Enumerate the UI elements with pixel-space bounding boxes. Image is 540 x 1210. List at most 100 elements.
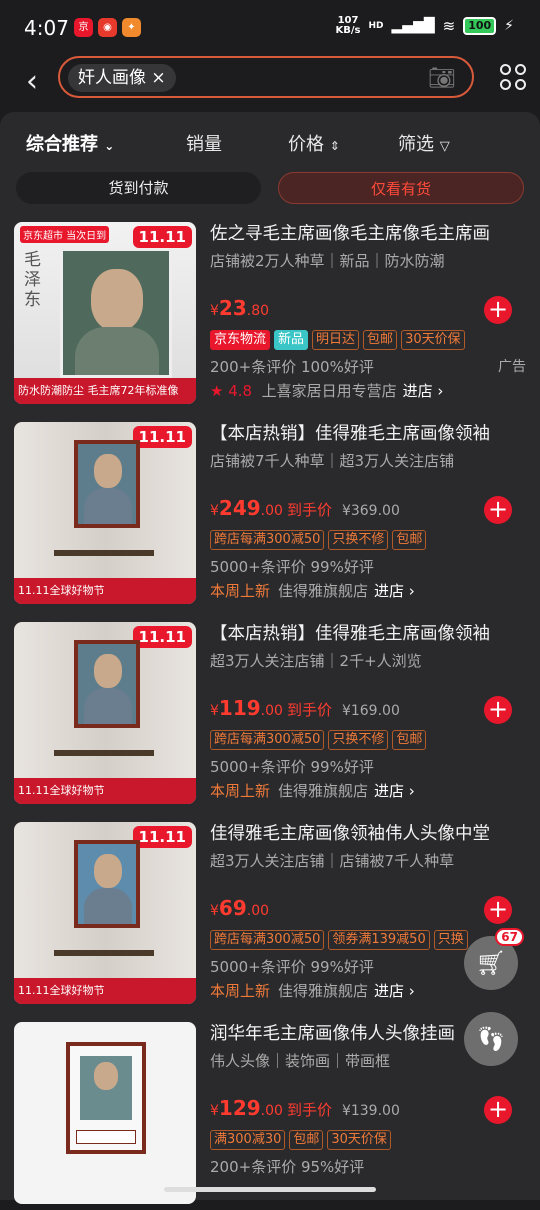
- portrait-frame: [74, 840, 140, 928]
- promo-tag: 11.11: [132, 226, 192, 248]
- product-card[interactable]: 京东超市 当次日到 11.11 毛泽东 防水防潮防尘 毛主席72年标准像 佐之寻…: [0, 220, 540, 410]
- portrait-frame: [74, 640, 140, 728]
- back-chevron-icon[interactable]: ‹: [26, 64, 38, 99]
- notification-icons: 京 ◉ ✦: [74, 18, 141, 37]
- product-price: ¥23.80: [210, 296, 270, 320]
- tag: 跨店每满300减50: [210, 730, 325, 750]
- product-subtitle: 店铺被2万人种草｜新品｜防水防潮: [210, 252, 445, 270]
- camera-icon[interactable]: 📷︎: [428, 66, 456, 91]
- calligraphy-text: 毛泽东: [24, 250, 41, 310]
- store-rating: 4.8: [228, 382, 253, 400]
- tag: 跨店每满300减50: [210, 530, 325, 550]
- add-to-cart-button[interactable]: +: [484, 296, 512, 324]
- product-image[interactable]: 京东超市 当次日到 11.11 毛泽东 防水防潮防尘 毛主席72年标准像: [14, 222, 196, 404]
- enter-store-link[interactable]: 进店 ›: [374, 582, 415, 600]
- portrait-frame: [74, 440, 140, 528]
- table-shelf: [54, 550, 154, 556]
- image-banner: 11.11全球好物节: [14, 778, 196, 804]
- promo-tag: 11.11: [132, 826, 192, 848]
- product-image[interactable]: [14, 1022, 196, 1204]
- cart-button[interactable]: 🛒︎ 67: [464, 928, 524, 990]
- add-to-cart-button[interactable]: +: [484, 896, 512, 924]
- tag: 只换不修: [328, 530, 389, 550]
- search-query-chip[interactable]: 奸人画像 ×: [68, 64, 176, 92]
- portrait-frame: [66, 1042, 146, 1154]
- layout-toggle-icon[interactable]: [500, 64, 526, 90]
- new-this-week-label: 本周上新: [210, 782, 271, 800]
- store-name[interactable]: 佳得雅旗舰店: [278, 782, 368, 800]
- cart-icon: 🛒︎: [475, 949, 507, 977]
- add-to-cart-button[interactable]: +: [484, 496, 512, 524]
- footprint-button[interactable]: 👣︎: [464, 1012, 518, 1066]
- product-card[interactable]: 11.11 11.11全球好物节 佳得雅毛主席画像领袖伟人头像中堂 超3万人关注…: [0, 820, 540, 1010]
- signal-icon: ▂▄▆█: [391, 18, 435, 34]
- ad-label: 广告: [498, 359, 526, 375]
- store-name[interactable]: 上喜家居日用专营店: [262, 382, 397, 400]
- enter-store-link[interactable]: 进店 ›: [374, 782, 415, 800]
- new-this-week-label: 本周上新: [210, 982, 271, 1000]
- add-to-cart-button[interactable]: +: [484, 1096, 512, 1124]
- store-row: ★ 4.8 上喜家居日用专营店 进店 ›: [210, 380, 443, 401]
- product-tags: 跨店每满300减50 领券满139减50 只换: [210, 930, 468, 950]
- sort-sales[interactable]: 销量: [186, 130, 222, 156]
- product-price: ¥69.00: [210, 896, 270, 920]
- enter-store-link[interactable]: 进店 ›: [374, 982, 415, 1000]
- sort-comprehensive[interactable]: 综合推荐 ⌄: [26, 130, 114, 156]
- status-bar: 4:07 京 ◉ ✦ 107 KB/s HD ▂▄▆█ ≋ 100 ⚡: [0, 0, 540, 56]
- review-summary: 5000+条评价 99%好评: [210, 958, 374, 976]
- review-summary: 5000+条评价 99%好评: [210, 558, 374, 576]
- tag: 包邮: [392, 730, 427, 750]
- product-tags: 满300减30 包邮 30天价保: [210, 1130, 391, 1150]
- product-title[interactable]: 【本店热销】佳得雅毛主席画像领袖: [210, 620, 530, 648]
- review-summary: 5000+条评价 99%好评: [210, 758, 374, 776]
- product-subtitle: 超3万人关注店铺｜2千+人浏览: [210, 652, 422, 670]
- promo-tag: 11.11: [132, 626, 192, 648]
- clock: 4:07: [24, 16, 69, 40]
- product-title[interactable]: 【本店热销】佳得雅毛主席画像领袖: [210, 420, 530, 448]
- product-title[interactable]: 佳得雅毛主席画像领袖伟人头像中堂: [210, 820, 530, 848]
- search-header: ‹ 奸人画像 × 📷︎: [0, 56, 540, 112]
- filter-in-stock-button[interactable]: 仅看有货: [278, 172, 524, 204]
- tag: 明日达: [312, 330, 360, 350]
- sort-price[interactable]: 价格 ⇕: [288, 130, 340, 156]
- battery-icon: 100: [463, 17, 497, 35]
- clear-query-icon[interactable]: ×: [151, 68, 165, 88]
- quick-filters: 货到付款 仅看有货: [16, 172, 524, 204]
- sort-filter[interactable]: 筛选 ▽: [398, 130, 450, 156]
- product-image[interactable]: 11.11 11.11全球好物节: [14, 622, 196, 804]
- tag: 包邮: [363, 330, 398, 350]
- search-bar[interactable]: 奸人画像 × 📷︎: [58, 56, 474, 98]
- product-card[interactable]: 11.11 11.11全球好物节 【本店热销】佳得雅毛主席画像领袖 店铺被7千人…: [0, 420, 540, 610]
- product-card[interactable]: 润华年毛主席画像伟人头像挂画 伟人头像｜装饰画｜带画框 ¥129.00 到手价 ¥1…: [0, 1020, 540, 1210]
- product-price: ¥119.00 到手价 ¥169.00: [210, 696, 400, 720]
- image-banner: 11.11全球好物节: [14, 978, 196, 1004]
- table-shelf: [54, 750, 154, 756]
- filter-cod-button[interactable]: 货到付款: [16, 172, 261, 204]
- sort-bar: 综合推荐 ⌄ 销量 价格 ⇕ 筛选 ▽: [0, 112, 540, 170]
- image-banner: 防水防潮防尘 毛主席72年标准像: [14, 378, 196, 404]
- tag: 满300减30: [210, 1130, 286, 1150]
- promo-tag: 11.11: [132, 426, 192, 448]
- tag: 新品: [274, 330, 309, 350]
- portrait-frame: [60, 248, 172, 378]
- search-query-text: 奸人画像: [78, 68, 146, 88]
- product-title[interactable]: 佐之寻毛主席画像毛主席像毛主席画: [210, 220, 530, 248]
- wifi-icon: ≋: [442, 17, 456, 35]
- tag: 京东物流: [210, 330, 271, 350]
- product-card[interactable]: 11.11 11.11全球好物节 【本店热销】佳得雅毛主席画像领袖 超3万人关注…: [0, 620, 540, 810]
- product-subtitle: 超3万人关注店铺｜店铺被7千人种草: [210, 852, 455, 870]
- product-subtitle: 店铺被7千人种草｜超3万人关注店铺: [210, 452, 455, 470]
- enter-store-link[interactable]: 进店 ›: [403, 382, 444, 400]
- tag: 包邮: [392, 530, 427, 550]
- hd-icon: HD: [368, 21, 384, 31]
- product-image[interactable]: 11.11 11.11全球好物节: [14, 422, 196, 604]
- product-image[interactable]: 11.11 11.11全球好物节: [14, 822, 196, 1004]
- add-to-cart-button[interactable]: +: [484, 696, 512, 724]
- store-row: 本周上新 佳得雅旗舰店 进店 ›: [210, 980, 415, 1001]
- jd-app-icon: 京: [74, 18, 93, 37]
- store-name[interactable]: 佳得雅旗舰店: [278, 982, 368, 1000]
- star-icon: ★: [210, 382, 224, 400]
- store-name[interactable]: 佳得雅旗舰店: [278, 582, 368, 600]
- product-tags: 跨店每满300减50 只换不修 包邮: [210, 730, 427, 750]
- sort-arrows-icon: ⇕: [329, 139, 340, 153]
